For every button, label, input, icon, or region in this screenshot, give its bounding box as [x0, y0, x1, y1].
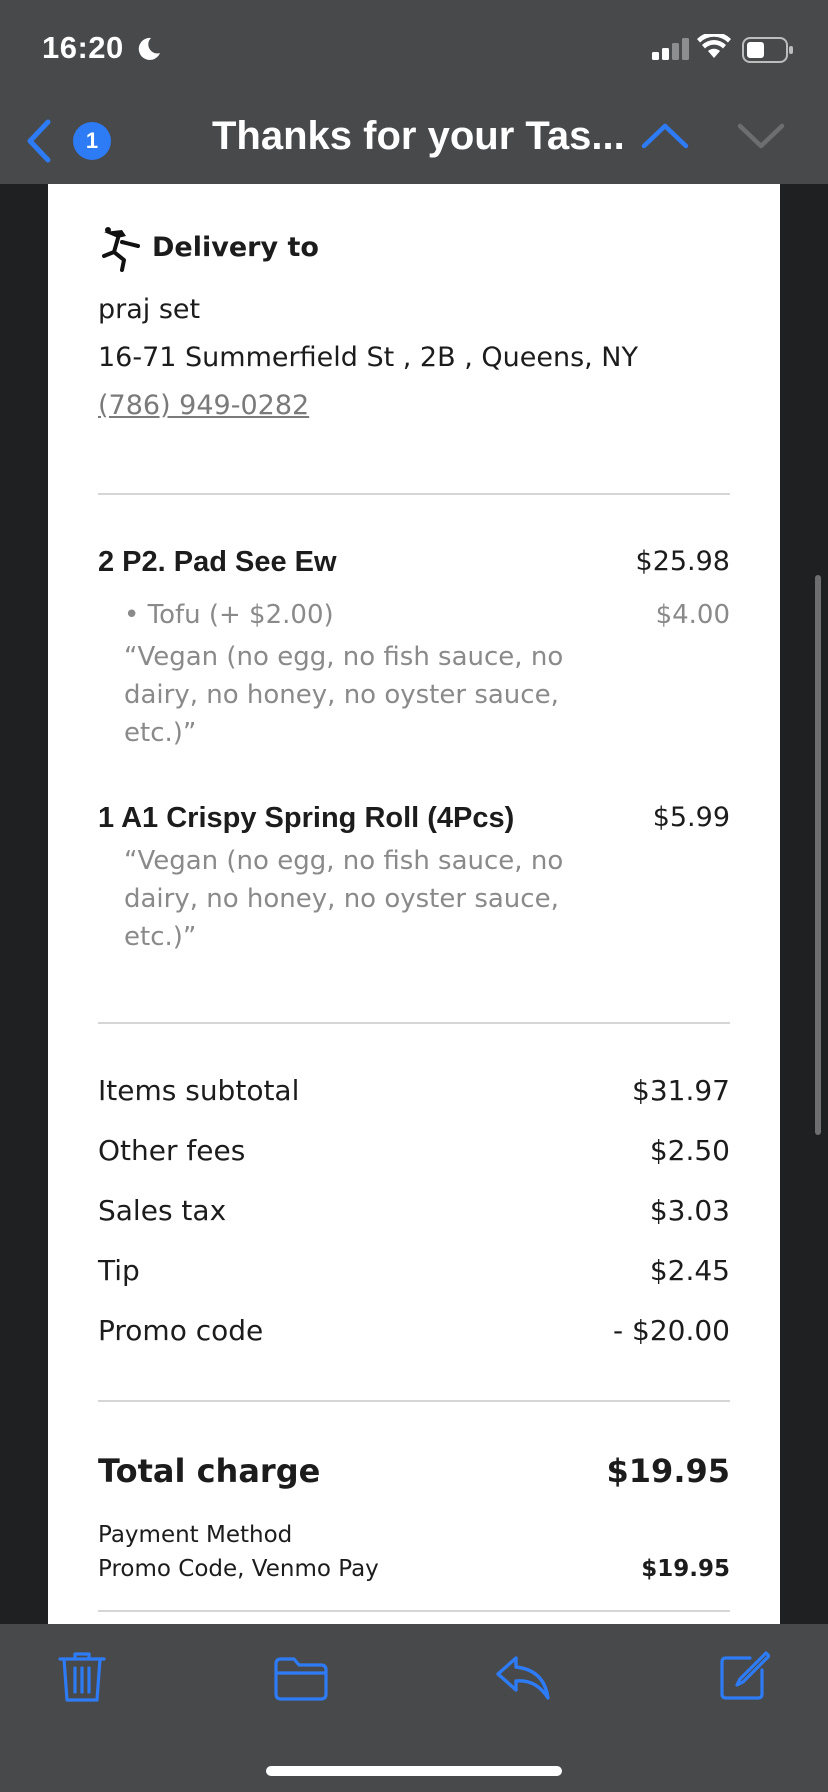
- compose-icon[interactable]: [718, 1650, 771, 1707]
- payment-method-label: Payment Method: [98, 1522, 293, 1548]
- item-modifier-price: $4.00: [655, 600, 730, 630]
- summary-row: Promo code - $20.00: [98, 1314, 730, 1354]
- total-value: $19.95: [606, 1452, 730, 1490]
- order-item: 1 A1 Crispy Spring Roll (4Pcs) $5.99: [98, 802, 730, 842]
- status-time: 16:20: [42, 30, 124, 65]
- summary-label: Tip: [98, 1254, 140, 1287]
- total-label: Total charge: [98, 1452, 321, 1490]
- summary-label: Items subtotal: [98, 1074, 300, 1107]
- summary-row: Items subtotal $31.97: [98, 1074, 730, 1114]
- reply-icon[interactable]: [494, 1654, 552, 1707]
- item-modifier: • Tofu (+ $2.00): [124, 600, 334, 630]
- item-name: 1 A1 Crispy Spring Roll (4Pcs): [98, 802, 515, 834]
- divider: [98, 493, 730, 495]
- moon-icon: [136, 36, 162, 67]
- summary-label: Sales tax: [98, 1194, 227, 1227]
- delivery-address: 16-71 Summerfield St , 2B , Queens, NY: [98, 342, 638, 373]
- order-item: 2 P2. Pad See Ew $25.98: [98, 546, 730, 586]
- note-line: dairy, no honey, no oyster sauce,: [124, 884, 559, 914]
- note-line: “Vegan (no egg, no fish sauce, no: [124, 846, 564, 876]
- delivery-header: Delivery to: [98, 227, 498, 272]
- item-price: $25.98: [635, 546, 730, 577]
- status-bar: 16:20: [0, 0, 828, 100]
- item-name: 2 P2. Pad See Ew: [98, 546, 337, 578]
- chevron-up-icon[interactable]: [640, 120, 690, 155]
- summary-label: Other fees: [98, 1134, 246, 1167]
- divider: [98, 1610, 730, 1612]
- phone-link[interactable]: (786) 949-0282: [98, 390, 309, 421]
- unread-count-badge[interactable]: 1: [73, 122, 111, 160]
- scrollbar[interactable]: [815, 575, 821, 1135]
- note-line: dairy, no honey, no oyster sauce,: [124, 680, 559, 710]
- recipient-name: praj set: [98, 294, 201, 325]
- home-indicator[interactable]: [266, 1766, 562, 1776]
- delivery-heading: Delivery to: [152, 232, 319, 263]
- summary-value: $2.45: [649, 1254, 730, 1287]
- payment-method-value: Promo Code, Venmo Pay: [98, 1556, 379, 1582]
- summary-row: Other fees $2.50: [98, 1134, 730, 1174]
- wifi-icon: [697, 31, 731, 65]
- note-line: “Vegan (no egg, no fish sauce, no: [124, 642, 564, 672]
- battery-icon: [742, 37, 794, 68]
- delivery-rider-icon: [100, 226, 144, 276]
- item-note: “Vegan (no egg, no fish sauce, no dairy,…: [124, 842, 604, 956]
- item-price: $5.99: [652, 802, 730, 833]
- summary-value: - $20.00: [613, 1314, 730, 1347]
- item-note: “Vegan (no egg, no fish sauce, no dairy,…: [124, 638, 604, 752]
- summary-row: Sales tax $3.03: [98, 1194, 730, 1234]
- trash-icon[interactable]: [58, 1650, 106, 1709]
- signal-icon: [652, 38, 690, 65]
- note-line: etc.)”: [124, 718, 197, 748]
- summary-label: Promo code: [98, 1314, 264, 1347]
- email-body: Delivery to praj set 16-71 Summerfield S…: [48, 184, 780, 1624]
- payment-amount: $19.95: [641, 1556, 730, 1582]
- divider: [98, 1400, 730, 1402]
- summary-value: $3.03: [649, 1194, 730, 1227]
- summary-value: $31.97: [632, 1074, 730, 1107]
- divider: [98, 1022, 730, 1024]
- chevron-left-icon[interactable]: [24, 118, 54, 169]
- note-line: etc.)”: [124, 922, 197, 952]
- chevron-down-icon[interactable]: [736, 120, 786, 155]
- summary-row: Tip $2.45: [98, 1254, 730, 1294]
- page-title: Thanks for your Tas...: [212, 114, 625, 158]
- summary-value: $2.50: [649, 1134, 730, 1167]
- folder-icon[interactable]: [272, 1656, 330, 1707]
